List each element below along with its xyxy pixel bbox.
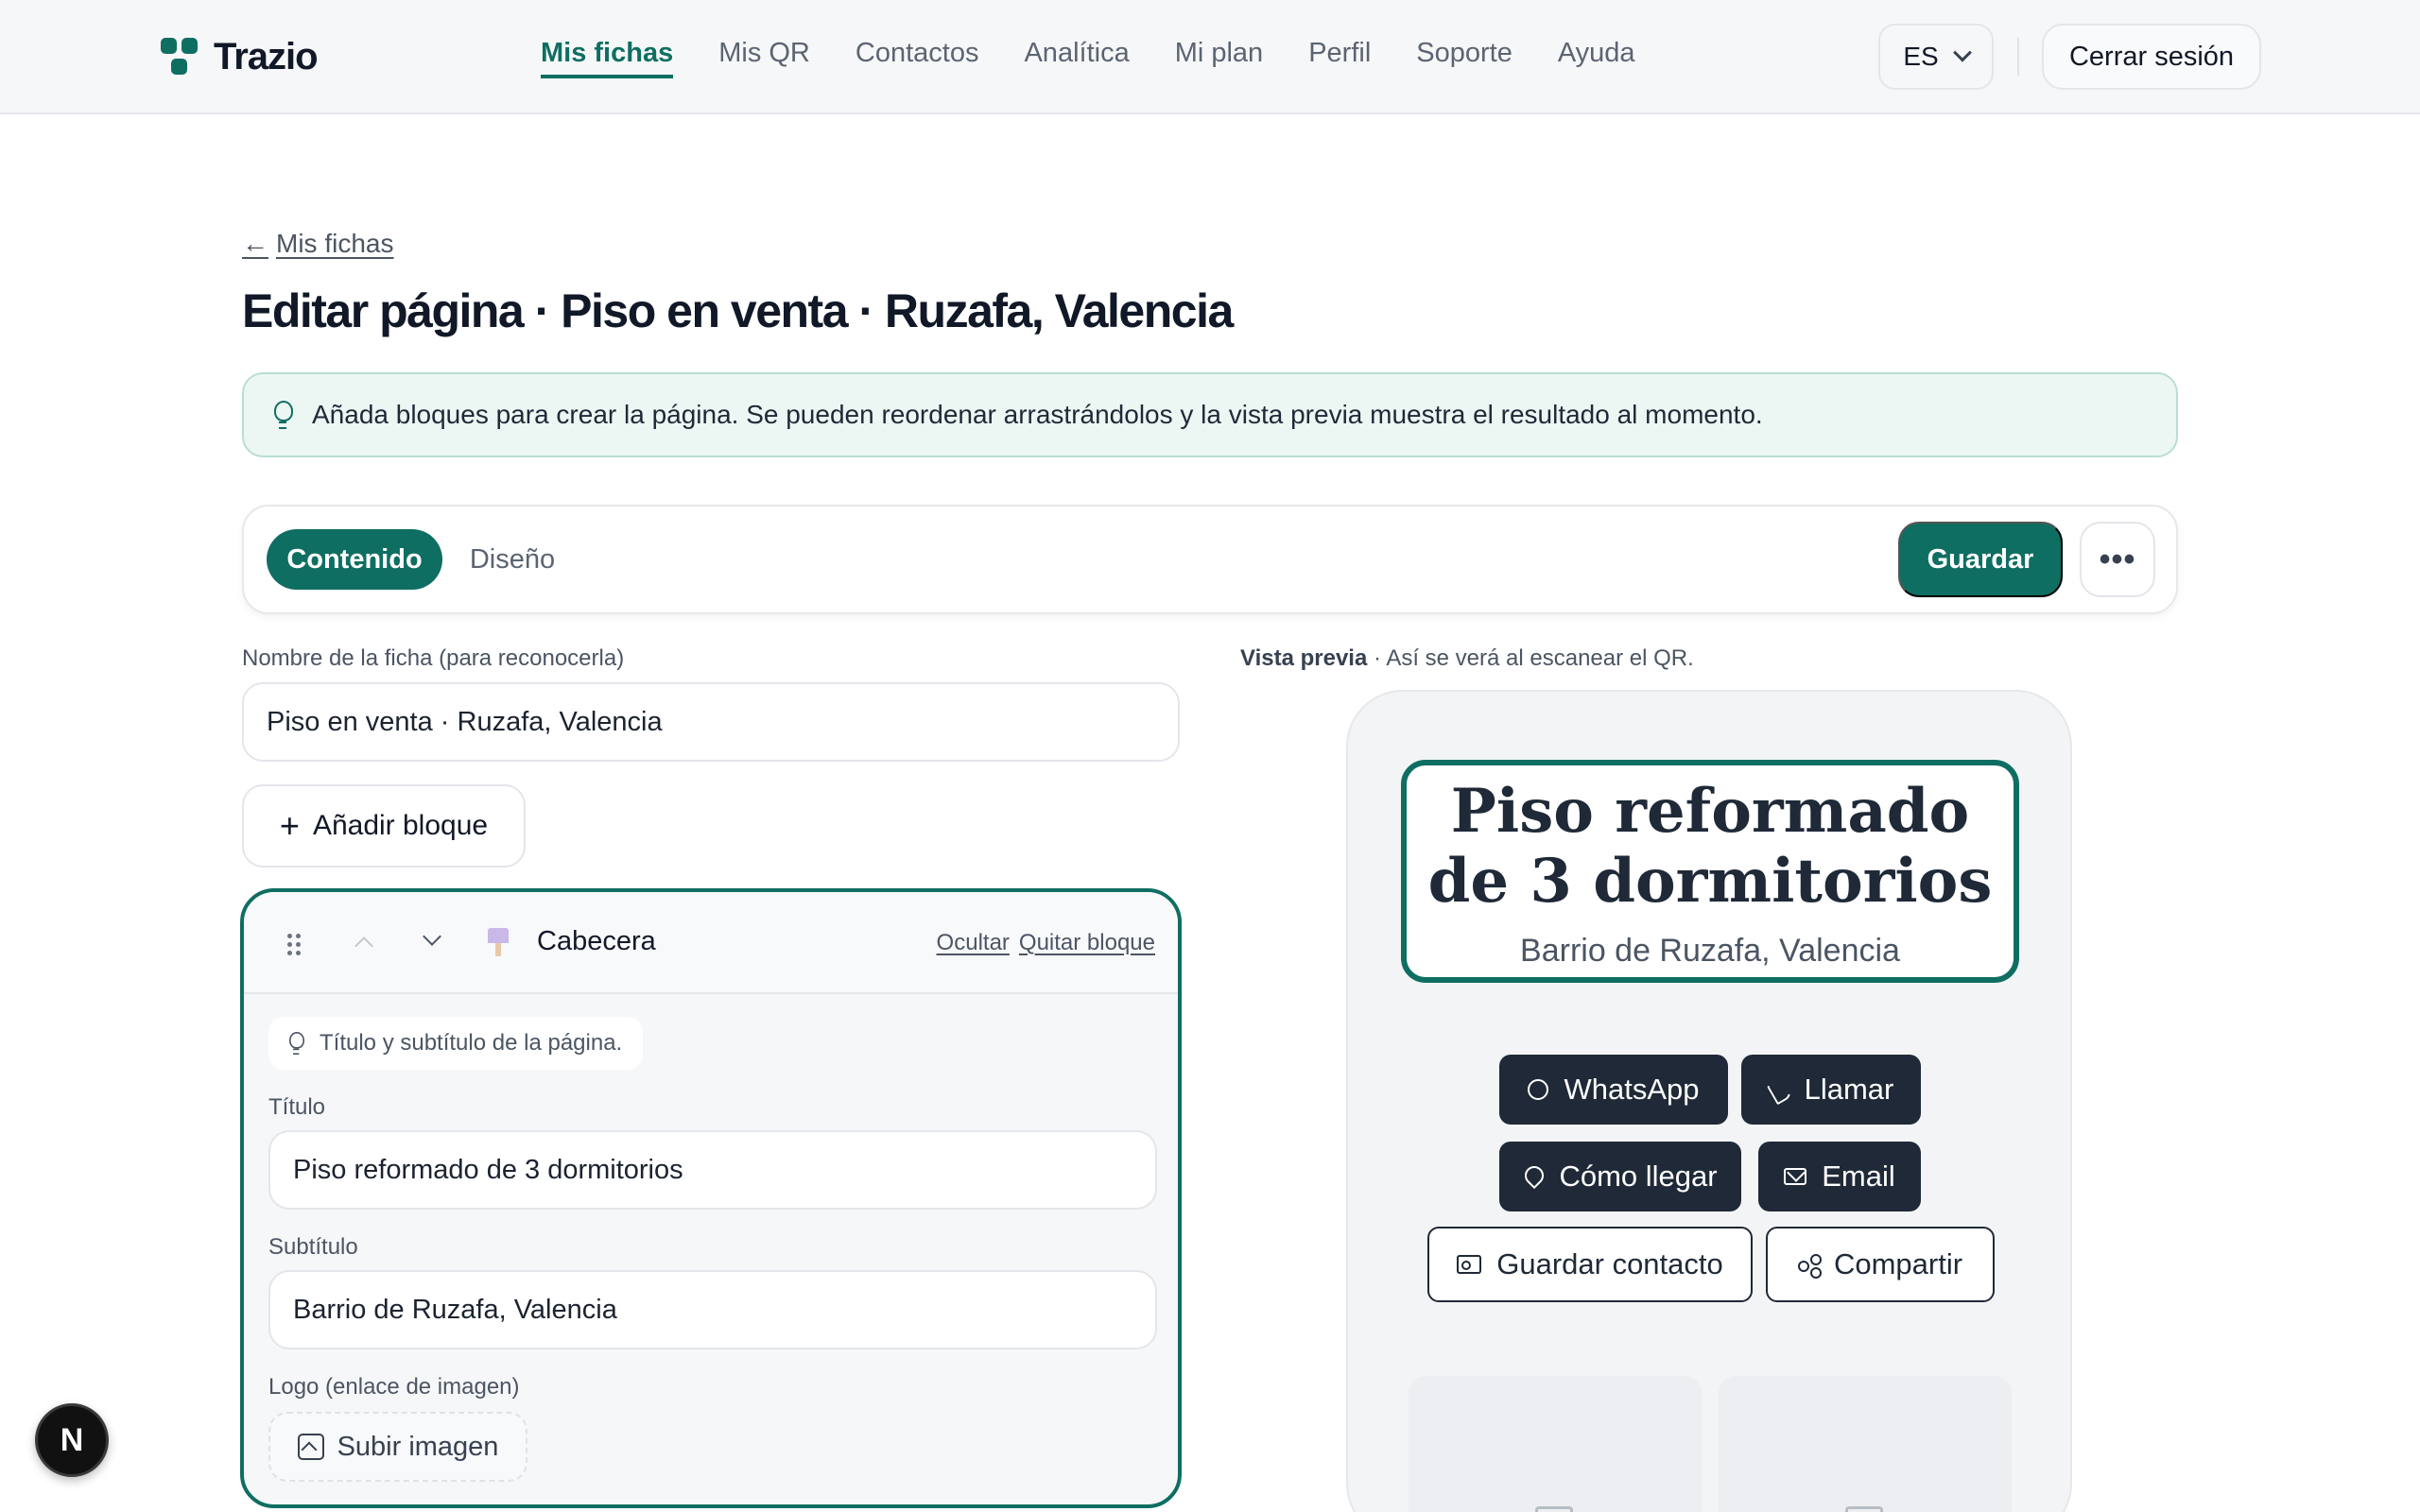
whatsapp-label: WhatsApp (1564, 1073, 1700, 1106)
language-select[interactable]: ES (1878, 24, 1994, 90)
save-contact-label: Guardar contacto (1496, 1247, 1723, 1280)
mail-icon (1784, 1168, 1807, 1185)
title-input[interactable]: Piso reformado de 3 dormitorios (268, 1130, 1157, 1210)
nav-item-analitica[interactable]: Analítica (1024, 38, 1129, 78)
editor-toolbar: Contenido Diseño Guardar ••• (242, 505, 2178, 614)
logout-button[interactable]: Cerrar sesión (2042, 24, 2261, 90)
upload-image-button[interactable]: Subir imagen (268, 1412, 527, 1482)
email-button[interactable]: Email (1758, 1142, 1921, 1211)
tab-contenido[interactable]: Contenido (267, 529, 442, 590)
header-block-editor: Cabecera Ocultar Quitar bloque Título y … (240, 888, 1182, 1508)
call-label: Llamar (1804, 1073, 1894, 1106)
image-upload-icon (297, 1434, 324, 1460)
nav-item-perfil[interactable]: Perfil (1308, 38, 1371, 78)
upload-image-label: Subir imagen (337, 1431, 499, 1462)
logo-label: Logo (enlace de imagen) (268, 1374, 520, 1400)
page-title: Editar página · Piso en venta · Ruzafa, … (242, 284, 1234, 337)
brand-name: Trazio (214, 36, 319, 77)
info-banner-text: Añada bloques para crear la página. Se p… (312, 400, 1763, 429)
move-up-icon[interactable] (354, 936, 373, 955)
drag-handle-icon[interactable] (287, 934, 301, 955)
preview-hero-title: Piso reformado de 3 dormitorios (1427, 776, 1993, 917)
move-down-icon[interactable] (423, 927, 441, 946)
back-link[interactable]: ← Mis fichas (242, 229, 393, 259)
remove-block-link[interactable]: Quitar bloque (1019, 930, 1155, 956)
block-header: Cabecera Ocultar Quitar bloque (244, 892, 1178, 994)
language-value: ES (1903, 42, 1939, 71)
preview-label-caption: · Así se verá al escanear el QR. (1367, 645, 1694, 671)
info-banner: Añada bloques para crear la página. Se p… (242, 372, 2178, 457)
chevron-down-icon (1952, 43, 1972, 62)
save-contact-button[interactable]: Guardar contacto (1427, 1227, 1753, 1302)
save-button[interactable]: Guardar (1898, 522, 2063, 597)
preview-hero: Piso reformado de 3 dormitorios Barrio d… (1401, 760, 2019, 983)
block-hint-text: Título y subtítulo de la página. (320, 1030, 623, 1056)
divider (2017, 38, 2019, 76)
header-block-icon (488, 928, 509, 956)
plus-icon: + (279, 806, 300, 845)
contact-card-icon (1457, 1255, 1482, 1274)
nav-item-contactos[interactable]: Contactos (856, 38, 979, 78)
add-block-label: Añadir bloque (312, 810, 489, 841)
nav-item-soporte[interactable]: Soporte (1416, 38, 1512, 78)
back-arrow-icon: ← (242, 229, 268, 258)
block-actions: Ocultar Quitar bloque (937, 930, 1155, 956)
nav-item-mi-plan[interactable]: Mi plan (1175, 38, 1264, 78)
directions-button[interactable]: Cómo llegar (1499, 1142, 1741, 1211)
subtitle-input[interactable]: Barrio de Ruzafa, Valencia (268, 1270, 1157, 1349)
map-pin-icon (1523, 1166, 1544, 1187)
nav-item-mis-fichas[interactable]: Mis fichas (541, 38, 674, 78)
card-name-label: Nombre de la ficha (para reconocerla) (242, 645, 625, 671)
nav-item-mis-qr[interactable]: Mis QR (718, 38, 810, 78)
image-placeholder (1719, 1376, 2012, 1512)
phone-icon (1769, 1079, 1789, 1100)
directions-label: Cómo llegar (1559, 1160, 1718, 1193)
block-title: Cabecera (537, 926, 656, 956)
share-icon (1797, 1254, 1822, 1275)
share-label: Compartir (1833, 1247, 1963, 1280)
lightbulb-icon (289, 1032, 304, 1055)
email-label: Email (1822, 1160, 1895, 1193)
whatsapp-icon (1528, 1079, 1549, 1100)
tab-diseno[interactable]: Diseño (456, 529, 569, 590)
main-nav: Mis fichas Mis QR Contactos Analítica Mi… (541, 38, 1635, 78)
image-placeholder-icon (1845, 1506, 1883, 1512)
whatsapp-button[interactable]: WhatsApp (1499, 1055, 1728, 1125)
phone-preview: Piso reformado de 3 dormitorios Barrio d… (1346, 690, 2072, 1512)
title-label: Título (268, 1094, 326, 1120)
nav-item-ayuda[interactable]: Ayuda (1558, 38, 1635, 78)
dev-tools-badge[interactable]: N (35, 1403, 109, 1477)
block-hint: Título y subtítulo de la página. (268, 1017, 644, 1070)
brand-logo[interactable]: Trazio (161, 36, 319, 78)
preview-hero-subtitle: Barrio de Ruzafa, Valencia (1520, 933, 1900, 969)
subtitle-label: Subtítulo (268, 1234, 358, 1260)
preview-label-title: Vista previa (1240, 645, 1368, 671)
preview-label: Vista previa · Así se verá al escanear e… (1240, 645, 1694, 672)
hide-block-link[interactable]: Ocultar (937, 930, 1010, 956)
top-navbar: Trazio Mis fichas Mis QR Contactos Analí… (0, 0, 2420, 114)
card-name-input[interactable]: Piso en venta · Ruzafa, Valencia (242, 682, 1180, 762)
image-placeholder-icon (1535, 1506, 1573, 1512)
call-button[interactable]: Llamar (1741, 1055, 1921, 1125)
image-placeholder (1409, 1376, 1702, 1512)
lightbulb-icon (274, 401, 293, 429)
share-button[interactable]: Compartir (1766, 1227, 1995, 1302)
back-link-label: Mis fichas (276, 229, 394, 258)
brand-mark-icon (161, 37, 200, 77)
more-options-icon[interactable]: ••• (2080, 522, 2155, 597)
add-block-button[interactable]: + Añadir bloque (242, 784, 526, 868)
